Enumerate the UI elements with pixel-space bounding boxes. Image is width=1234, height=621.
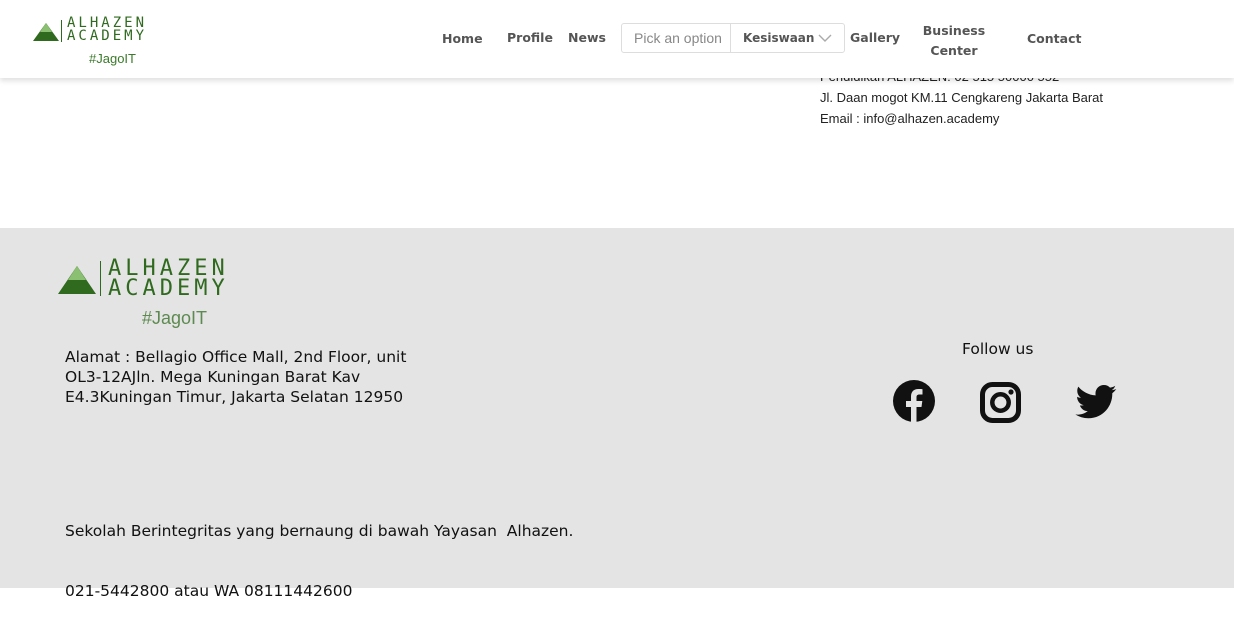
follow-us-heading: Follow us [962, 340, 1034, 358]
nav-home[interactable]: Home [442, 31, 483, 46]
footer-logo-separator [100, 261, 101, 296]
nav-news[interactable]: News [568, 30, 606, 45]
select-placeholder: Pick an option [634, 30, 722, 46]
nav-profile[interactable]: Profile [507, 30, 553, 45]
address-line2: OL3-12AJln. Mega Kuningan Barat Kav [65, 368, 361, 386]
footer-logo-wordmark: ALHAZEN ACADEMY [108, 258, 229, 301]
logo-wordmark-line2: ACADEMY [67, 28, 148, 44]
nav-gallery[interactable]: Gallery [850, 30, 900, 45]
address-line3: E4.3Kuningan Timur, Jakarta Selatan 1295… [65, 388, 404, 406]
nav-business-line1: Business [922, 23, 986, 38]
instagram-icon[interactable] [980, 382, 1021, 423]
about-line1: Sekolah Berintegritas yang bernaung di b… [65, 522, 574, 540]
logo-triangle-icon [33, 23, 59, 41]
select-divider [730, 24, 731, 52]
footer-logo-tagline: #JagoIT [142, 308, 208, 328]
logo-separator [61, 20, 62, 42]
chevron-down-icon [818, 34, 832, 42]
twitter-icon[interactable] [1075, 381, 1117, 423]
contact-address: Jl. Daan mogot KM.11 Cengkareng Jakarta … [820, 90, 1104, 105]
kesiswaan-select[interactable]: Pick an option Kesiswaan [621, 23, 845, 53]
footer-logo-triangle-icon [58, 266, 96, 294]
facebook-icon[interactable] [893, 380, 935, 422]
nav-business-line2: Center [930, 43, 978, 58]
brand-logo[interactable]: ALHAZEN ACADEMY #JagoIT [33, 16, 193, 70]
footer-address: Alamat : Bellagio Office Mall, 2nd Floor… [65, 347, 465, 407]
address-line1: Alamat : Bellagio Office Mall, 2nd Floor… [65, 348, 407, 366]
logo-tagline: #JagoIT [89, 51, 136, 66]
site-header: ALHAZEN ACADEMY #JagoIT Home Profile New… [0, 0, 1234, 78]
logo-wordmark: ALHAZEN ACADEMY [67, 16, 148, 44]
contact-email: Email : info@alhazen.academy [820, 111, 1000, 126]
nav-business-center[interactable]: Business Center [920, 21, 988, 61]
about-line2: 021-5442800 atau WA 08111442600 [65, 582, 353, 600]
nav-contact[interactable]: Contact [1027, 31, 1081, 46]
footer-logo-wordmark-line2: ACADEMY [108, 276, 229, 301]
footer-about: Sekolah Berintegritas yang bernaung di b… [65, 481, 573, 621]
footer-logo: ALHAZEN ACADEMY #JagoIT [58, 258, 298, 334]
select-value: Kesiswaan [743, 31, 815, 45]
